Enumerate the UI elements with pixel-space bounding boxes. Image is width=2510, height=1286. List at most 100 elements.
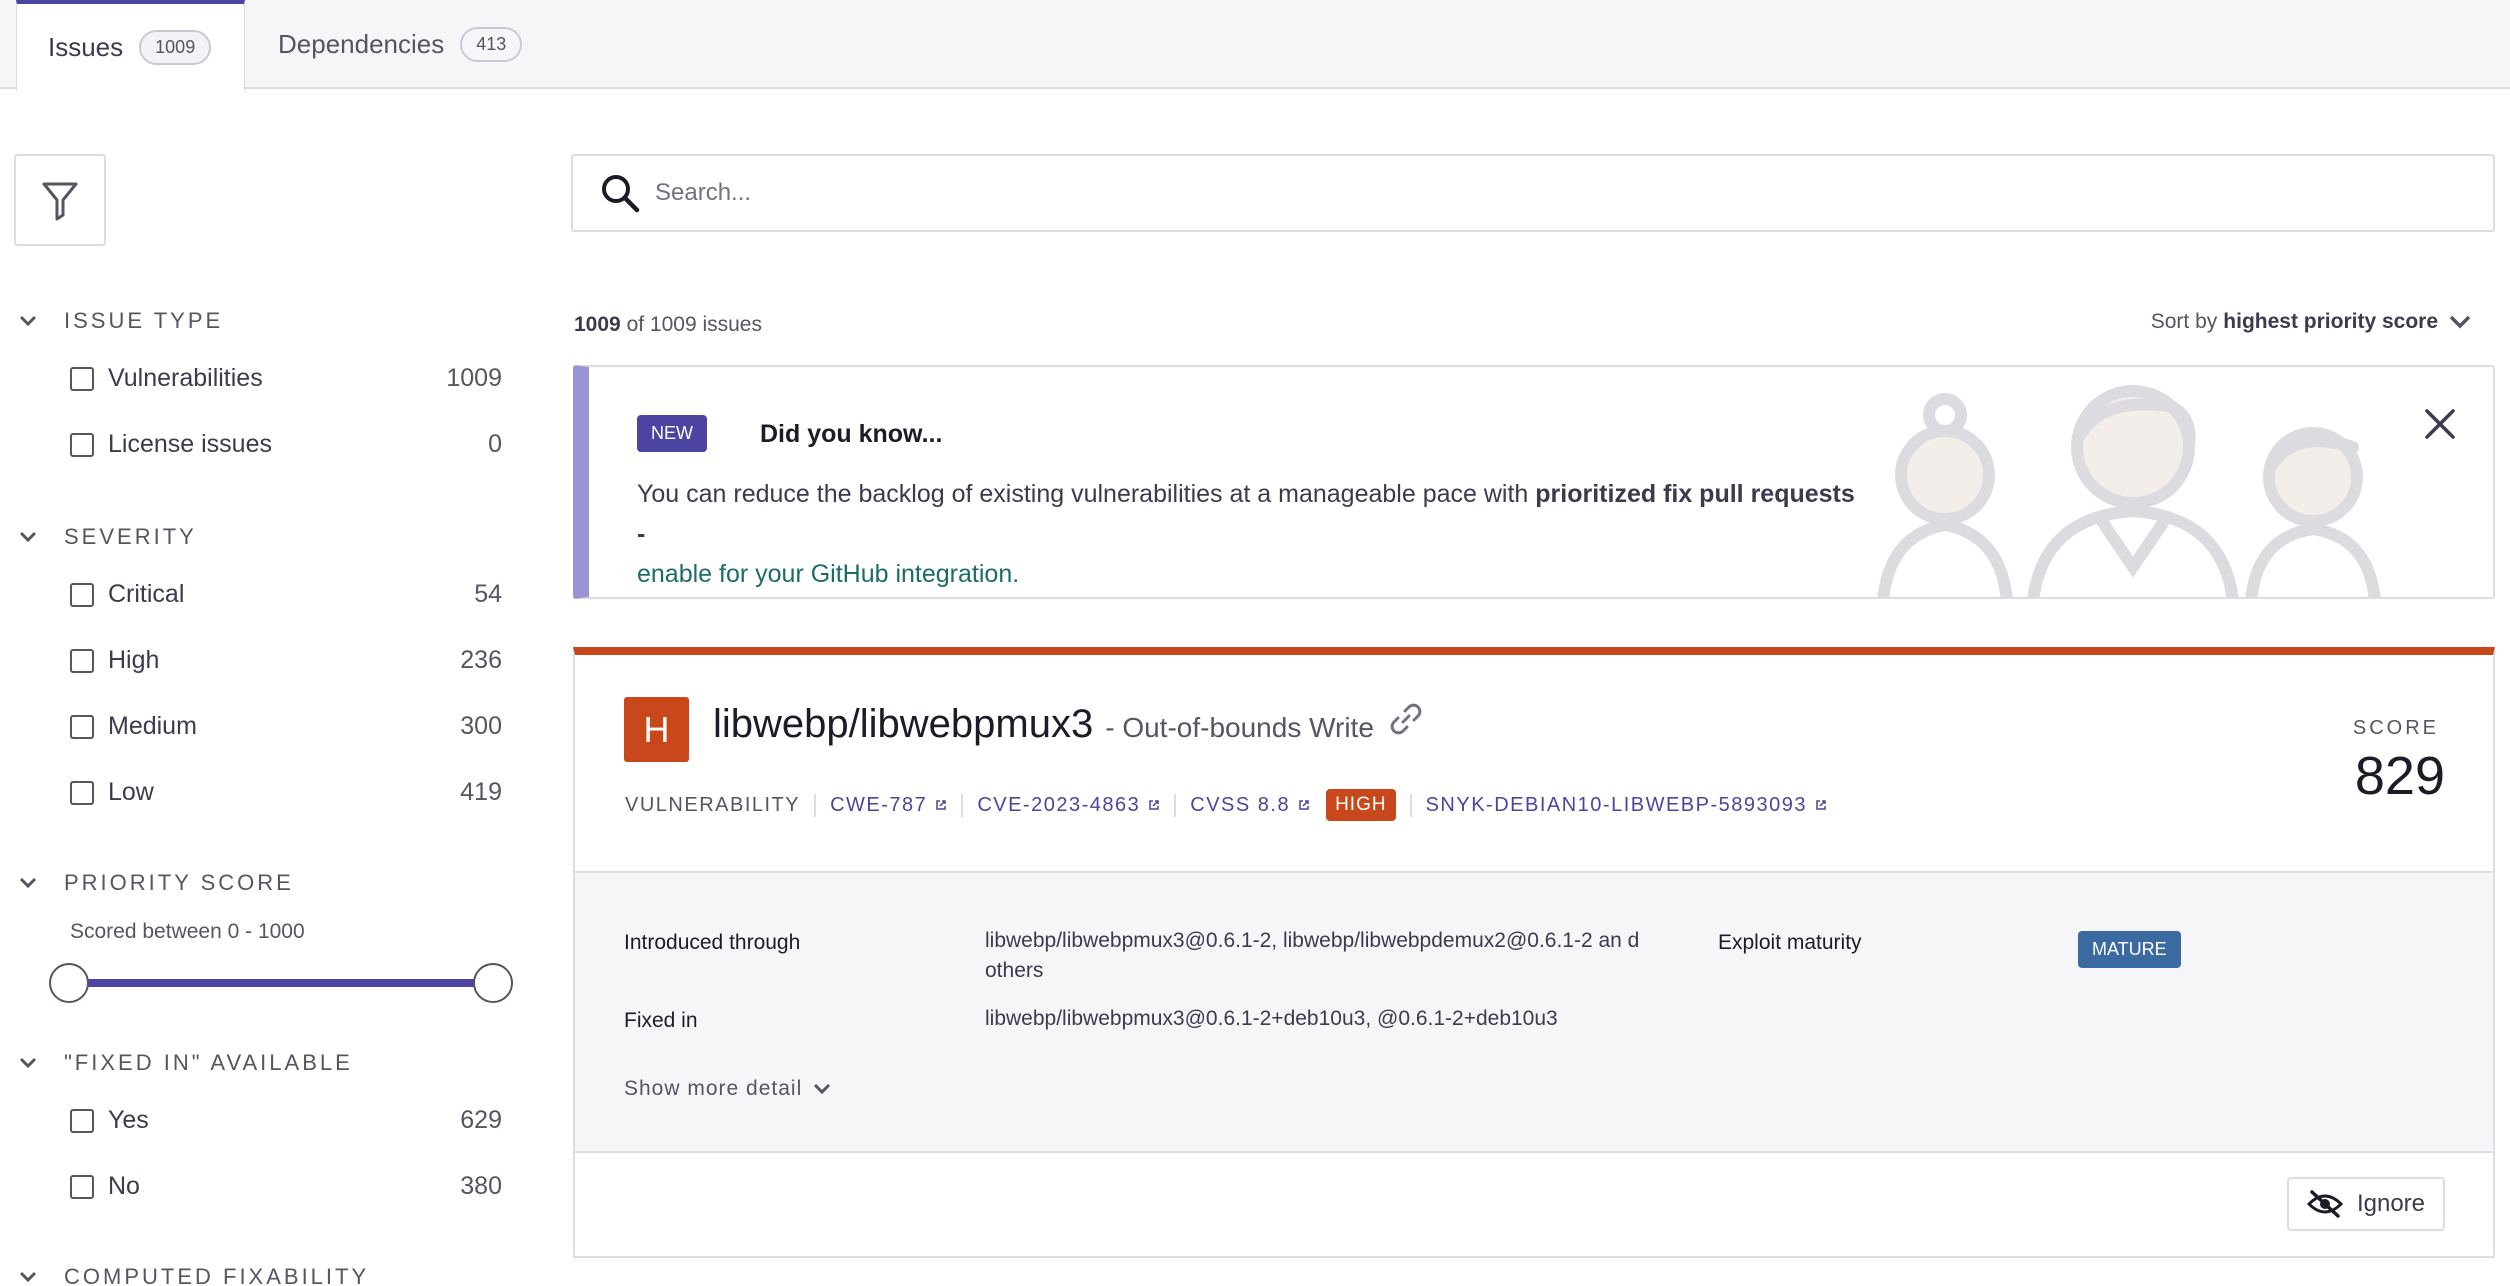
filter-label: Critical: [108, 580, 185, 608]
eye-slash-icon: [2306, 1190, 2343, 1218]
package-name: libwebp/libwebpmux3: [713, 702, 1094, 746]
link-icon[interactable]: [1388, 701, 1424, 737]
slider-max-handle[interactable]: [473, 963, 513, 1003]
exploit-maturity-badge: MATURE: [2078, 931, 2181, 968]
filter-count: 419: [460, 778, 502, 806]
issue-meta: VULNERABILITY CWE-787 CVE-2023-4863 CVSS…: [625, 789, 1841, 821]
filter-icon: [42, 182, 78, 221]
cwe-link[interactable]: CWE-787: [814, 793, 961, 817]
issue-type-title: - Out-of-bounds Write: [1105, 712, 1374, 743]
cvss-link[interactable]: CVSS 8.8: [1174, 793, 1324, 817]
checkbox[interactable]: [70, 1108, 94, 1133]
filter-toggle-button[interactable]: [14, 154, 106, 246]
banner-title: Did you know...: [760, 420, 943, 448]
tab-bar: Issues 1009 Dependencies 413: [0, 0, 2510, 91]
filter-high[interactable]: High 236: [70, 646, 502, 675]
enable-github-link[interactable]: enable for your GitHub integration.: [637, 560, 1019, 588]
result-count-total: of 1009 issues: [626, 313, 762, 336]
fixed-in-label: Fixed in: [624, 1009, 698, 1032]
external-link-icon: [1815, 799, 1827, 811]
search-icon: [599, 172, 641, 214]
section-priority-score[interactable]: PRIORITY SCORE: [18, 870, 294, 896]
checkbox[interactable]: [70, 780, 94, 805]
checkbox[interactable]: [70, 432, 94, 457]
filter-fixed-yes[interactable]: Yes 629: [70, 1106, 502, 1135]
issue-type-label: VULNERABILITY: [625, 793, 801, 816]
slider-min-handle[interactable]: [49, 963, 89, 1003]
section-title: SEVERITY: [64, 524, 197, 549]
search-box[interactable]: [571, 154, 2495, 232]
close-icon[interactable]: [2423, 407, 2457, 441]
show-more-detail-button[interactable]: Show more detail: [624, 1077, 832, 1101]
sort-prefix: Sort by: [2150, 310, 2218, 333]
score-range-text: Scored between 0 - 1000: [70, 920, 305, 943]
checkbox[interactable]: [70, 714, 94, 739]
issue-card: H libwebp/libwebpmux3 - Out-of-bounds Wr…: [573, 647, 2495, 1258]
chevron-down-icon: [18, 876, 42, 890]
filter-label: No: [108, 1172, 140, 1200]
tab-dependencies[interactable]: Dependencies 413: [278, 0, 523, 89]
filter-label: Low: [108, 778, 154, 806]
section-severity[interactable]: SEVERITY: [18, 524, 197, 550]
tab-dependencies-label: Dependencies: [278, 29, 445, 59]
filter-count: 629: [460, 1106, 502, 1134]
priority-score-slider[interactable]: [68, 979, 494, 987]
checkbox[interactable]: [70, 648, 94, 673]
tab-issues-label: Issues: [48, 32, 124, 62]
introduced-through-label: Introduced through: [624, 931, 801, 954]
checkbox[interactable]: [70, 366, 94, 391]
external-link-icon: [1298, 799, 1310, 811]
issue-title: libwebp/libwebpmux3 - Out-of-bounds Writ…: [713, 701, 1424, 747]
chevron-down-icon: [18, 1270, 42, 1284]
section-issue-type[interactable]: ISSUE TYPE: [18, 308, 223, 334]
section-fixed-in-available[interactable]: "FIXED IN" AVAILABLE: [18, 1050, 353, 1076]
cve-link[interactable]: CVE-2023-4863: [961, 793, 1174, 817]
filter-fixed-no[interactable]: No 380: [70, 1172, 502, 1201]
section-computed-fixability[interactable]: COMPUTED FIXABILITY: [18, 1264, 369, 1286]
people-illustration: [1877, 385, 2381, 597]
banner-text-body: You can reduce the backlog of existing v…: [637, 480, 1536, 508]
fixed-in-value: libwebp/libwebpmux3@0.6.1-2+deb10u3, @0.…: [985, 1007, 1558, 1030]
chevron-down-icon: [18, 1056, 42, 1070]
severity-icon: H: [624, 697, 689, 762]
ignore-button[interactable]: Ignore: [2287, 1177, 2445, 1231]
ignore-label: Ignore: [2356, 1190, 2426, 1217]
section-title: PRIORITY SCORE: [64, 870, 294, 895]
filter-label: Yes: [108, 1106, 149, 1134]
filter-low[interactable]: Low 419: [70, 778, 502, 807]
external-link-icon: [935, 799, 947, 811]
banner-text: You can reduce the backlog of existing v…: [637, 474, 1867, 594]
cvss-text: CVSS 8.8: [1190, 793, 1291, 816]
chevron-down-icon: [18, 314, 42, 328]
section-title: "FIXED IN" AVAILABLE: [64, 1050, 353, 1075]
tab-issues[interactable]: Issues 1009: [16, 0, 245, 91]
new-badge: NEW: [637, 415, 707, 452]
chevron-down-icon: [812, 1082, 832, 1096]
filter-count: 0: [488, 430, 502, 458]
filter-license-issues[interactable]: License issues 0: [70, 430, 502, 459]
filter-count: 380: [460, 1172, 502, 1200]
severity-badge: HIGH: [1326, 789, 1396, 821]
filter-label: License issues: [108, 430, 272, 458]
sort-dropdown[interactable]: Sort by highest priority score: [2151, 310, 2472, 334]
score-label: SCORE: [2352, 717, 2439, 739]
tab-issues-count: 1009: [139, 30, 212, 65]
checkbox[interactable]: [70, 582, 94, 607]
filter-vulnerabilities[interactable]: Vulnerabilities 1009: [70, 364, 502, 393]
filter-label: Medium: [108, 712, 197, 740]
snyk-id-text: SNYK-DEBIAN10-LIBWEBP-5893093: [1425, 793, 1808, 816]
result-count: 1009 of 1009 issues: [574, 313, 762, 337]
issue-details: Introduced through libwebp/libwebpmux3@0…: [575, 871, 2493, 1153]
filter-medium[interactable]: Medium 300: [70, 712, 502, 741]
chevron-down-icon: [2448, 314, 2472, 330]
filter-count: 300: [460, 712, 502, 740]
search-input[interactable]: [655, 179, 2355, 207]
external-link-icon: [1148, 799, 1160, 811]
section-title: COMPUTED FIXABILITY: [64, 1264, 370, 1286]
filter-critical[interactable]: Critical 54: [70, 580, 502, 609]
cve-text: CVE-2023-4863: [977, 793, 1141, 816]
did-you-know-banner: NEW Did you know... You can reduce the b…: [573, 365, 2495, 599]
checkbox[interactable]: [70, 1174, 94, 1199]
snyk-id-link[interactable]: SNYK-DEBIAN10-LIBWEBP-5893093: [1409, 793, 1841, 817]
result-count-shown: 1009: [574, 313, 621, 336]
